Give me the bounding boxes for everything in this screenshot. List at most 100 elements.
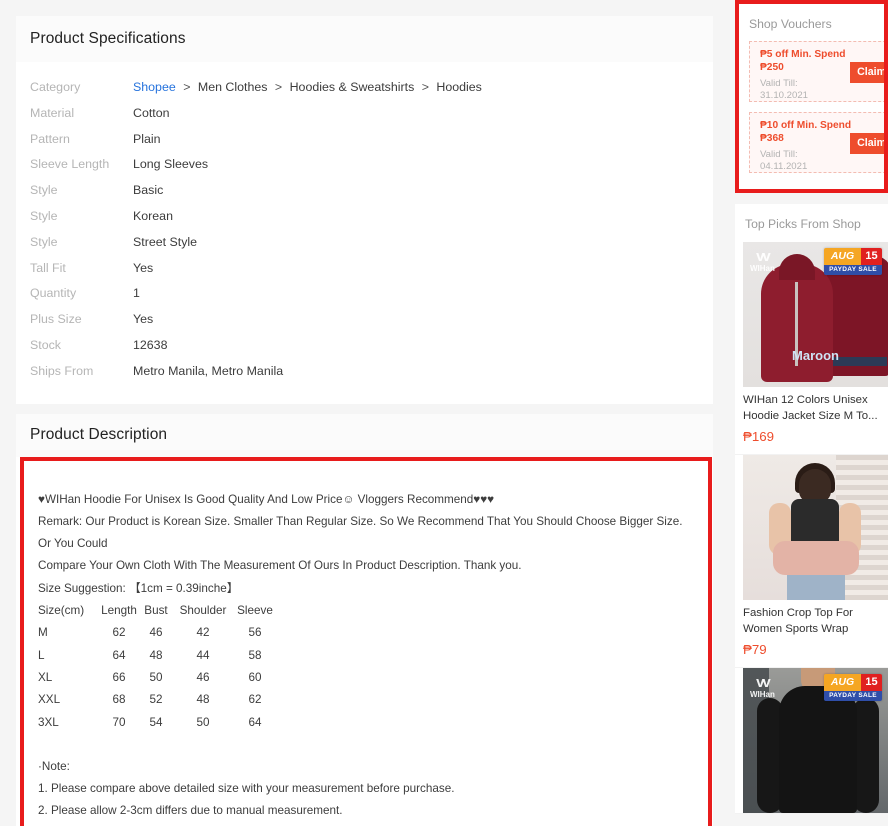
list-item[interactable]: ᴠᴠ WIHan AUG 15 PAYDAY SALE <box>735 668 888 814</box>
spec-row-style-street: Style Street Style <box>16 235 713 261</box>
voucher-card-2[interactable]: ₱10 off Min. Spend ₱368 Valid Till: 04.1… <box>749 112 884 173</box>
voucher-title: ₱10 off Min. Spend ₱368 <box>760 120 852 144</box>
spec-label: Pattern <box>30 131 70 146</box>
size-cell: 60 <box>248 670 262 684</box>
specifications-header: Product Specifications <box>16 16 713 62</box>
product-name: Fashion Crop Top For Women Sports Wrap C… <box>743 607 853 635</box>
spec-row-material: Material Cotton <box>16 106 713 132</box>
spec-row-quantity: Quantity 1 <box>16 286 713 312</box>
spec-value: 12638 <box>133 337 168 352</box>
spec-value: Long Sleeves <box>133 157 209 172</box>
brand-name: WIHan <box>750 690 775 699</box>
spec-label: Category <box>30 80 81 94</box>
size-cell: 46 <box>149 626 163 640</box>
size-cell: XL <box>38 670 53 684</box>
spec-label: Style <box>30 208 58 223</box>
spec-label: Plus Size <box>30 312 82 327</box>
product-color-label: Maroon <box>792 348 839 363</box>
right-sidebar-column: Shop Vouchers ₱5 off Min. Spend ₱250 Val… <box>735 0 888 814</box>
product-thumbnail-black-shirt[interactable]: ᴠᴠ WIHan AUG 15 PAYDAY SALE <box>743 668 888 813</box>
table-row: L 64 48 44 58 <box>38 645 278 667</box>
claim-voucher-button[interactable]: Claim <box>850 133 884 154</box>
breadcrumb-link-hoodies-sweatshirts[interactable]: Hoodies & Sweatshirts <box>290 80 415 94</box>
table-row: M 62 46 42 56 <box>38 622 278 644</box>
spec-row-style-korean: Style Korean <box>16 209 713 235</box>
badge-subtitle: PAYDAY SALE <box>824 265 882 275</box>
model-head <box>799 469 831 503</box>
hoodie-front-shape <box>761 254 833 382</box>
voucher-valid-label: Valid Till: <box>760 78 798 90</box>
spec-value: Basic <box>133 183 164 198</box>
size-chart-header-row: Size(cm) Length Bust Shoulder Sleeve <box>38 600 278 622</box>
brand-watermark: ᴠᴠ WIHan <box>750 675 775 700</box>
voucher-valid-date: 04.11.2021 <box>760 160 808 172</box>
spec-value: 1 <box>133 286 140 301</box>
crop-top-illustration <box>743 455 888 600</box>
spec-value: Metro Manila, Metro Manila <box>133 363 284 378</box>
top-picks-title: Top Picks From Shop <box>745 217 861 231</box>
shop-vouchers-title: Shop Vouchers <box>749 17 832 31</box>
spec-label: Ships From <box>30 363 94 378</box>
spec-row-tall-fit: Tall Fit Yes <box>16 261 713 287</box>
product-thumbnail-hoodie[interactable]: ᴠᴠ WIHan AUG 15 PAYDAY SALE Maroon <box>743 242 888 387</box>
size-cell: 3XL <box>38 715 59 729</box>
spec-label: Sleeve Length <box>30 157 110 172</box>
size-chart-header-cell: Shoulder <box>179 604 227 618</box>
description-tagline: ♥WIHan Hoodie For Unisex Is Good Quality… <box>38 492 495 506</box>
size-cell: 56 <box>248 626 262 640</box>
voucher-valid-date: 31.10.2021 <box>760 89 809 101</box>
breadcrumb-link-hoodies[interactable]: Hoodies <box>436 80 481 94</box>
size-cell: 70 <box>112 715 126 729</box>
spec-label: Material <box>30 105 75 120</box>
size-chart-header-cell: Bust <box>144 604 168 618</box>
badge-top-row: AUG 15 <box>824 248 882 265</box>
size-cell: XXL <box>38 693 61 707</box>
size-cell: L <box>38 648 45 662</box>
product-description-card: Product Description ♥WIHan Hoodie For Un… <box>16 413 713 826</box>
badge-month: AUG <box>824 248 861 265</box>
list-item[interactable]: ᴠᴠ WIHan AUG 15 PAYDAY SALE Maroon WIHan… <box>735 242 888 455</box>
size-cell: 44 <box>196 648 210 662</box>
size-cell: 54 <box>149 715 163 729</box>
badge-day: 15 <box>861 674 882 691</box>
product-thumbnail-crop-top[interactable] <box>743 455 888 600</box>
description-header: Product Description <box>16 413 713 457</box>
breadcrumb-separator: > <box>183 80 191 94</box>
spec-row-plus-size: Plus Size Yes <box>16 312 713 338</box>
size-cell: 42 <box>196 626 210 640</box>
claim-voucher-button[interactable]: Claim <box>850 62 884 83</box>
breadcrumb-link-shopee[interactable]: Shopee <box>133 80 176 94</box>
payday-sale-badge-icon: AUG 15 PAYDAY SALE <box>824 248 882 275</box>
spec-label: Style <box>30 183 58 198</box>
voucher-title: ₱5 off Min. Spend ₱250 <box>760 49 846 73</box>
spec-value: Korean <box>133 208 173 223</box>
size-cell: 64 <box>248 715 262 729</box>
size-cell: 62 <box>248 693 262 707</box>
breadcrumb-link-men-clothes[interactable]: Men Clothes <box>198 80 268 94</box>
spec-value: Street Style <box>133 234 198 249</box>
spec-row-pattern: Pattern Plain <box>16 132 713 158</box>
size-chart-header-cell: Sleeve <box>237 604 273 618</box>
note-item-1: 1. Please compare above detailed size wi… <box>38 782 455 796</box>
description-size-suggestion: Size Suggestion: 【1cm = 0.39inche】 <box>38 581 239 595</box>
held-garment <box>773 541 859 575</box>
size-cell: 62 <box>112 626 126 640</box>
voucher-card-1[interactable]: ₱5 off Min. Spend ₱250 Valid Till: 31.10… <box>749 41 884 102</box>
table-row: XXL 68 52 48 62 <box>38 689 278 711</box>
product-price: ₱169 <box>743 429 775 444</box>
size-cell: 66 <box>112 670 126 684</box>
model-torso <box>779 686 857 813</box>
spec-label: Tall Fit <box>30 260 66 275</box>
badge-top-row: AUG 15 <box>824 674 882 691</box>
badge-subtitle: PAYDAY SALE <box>824 691 882 701</box>
spec-value: Yes <box>133 260 154 275</box>
specifications-table: Category Shopee > Men Clothes > Hoodies … <box>16 62 713 404</box>
spec-label: Style <box>30 234 58 249</box>
description-remark-line-2: Compare Your Own Cloth With The Measurem… <box>38 559 522 573</box>
size-cell: 50 <box>196 715 210 729</box>
brand-name: WIHan <box>750 264 775 273</box>
size-cell: 58 <box>248 648 262 662</box>
size-cell: 48 <box>149 648 163 662</box>
list-item[interactable]: Fashion Crop Top For Women Sports Wrap C… <box>735 455 888 668</box>
